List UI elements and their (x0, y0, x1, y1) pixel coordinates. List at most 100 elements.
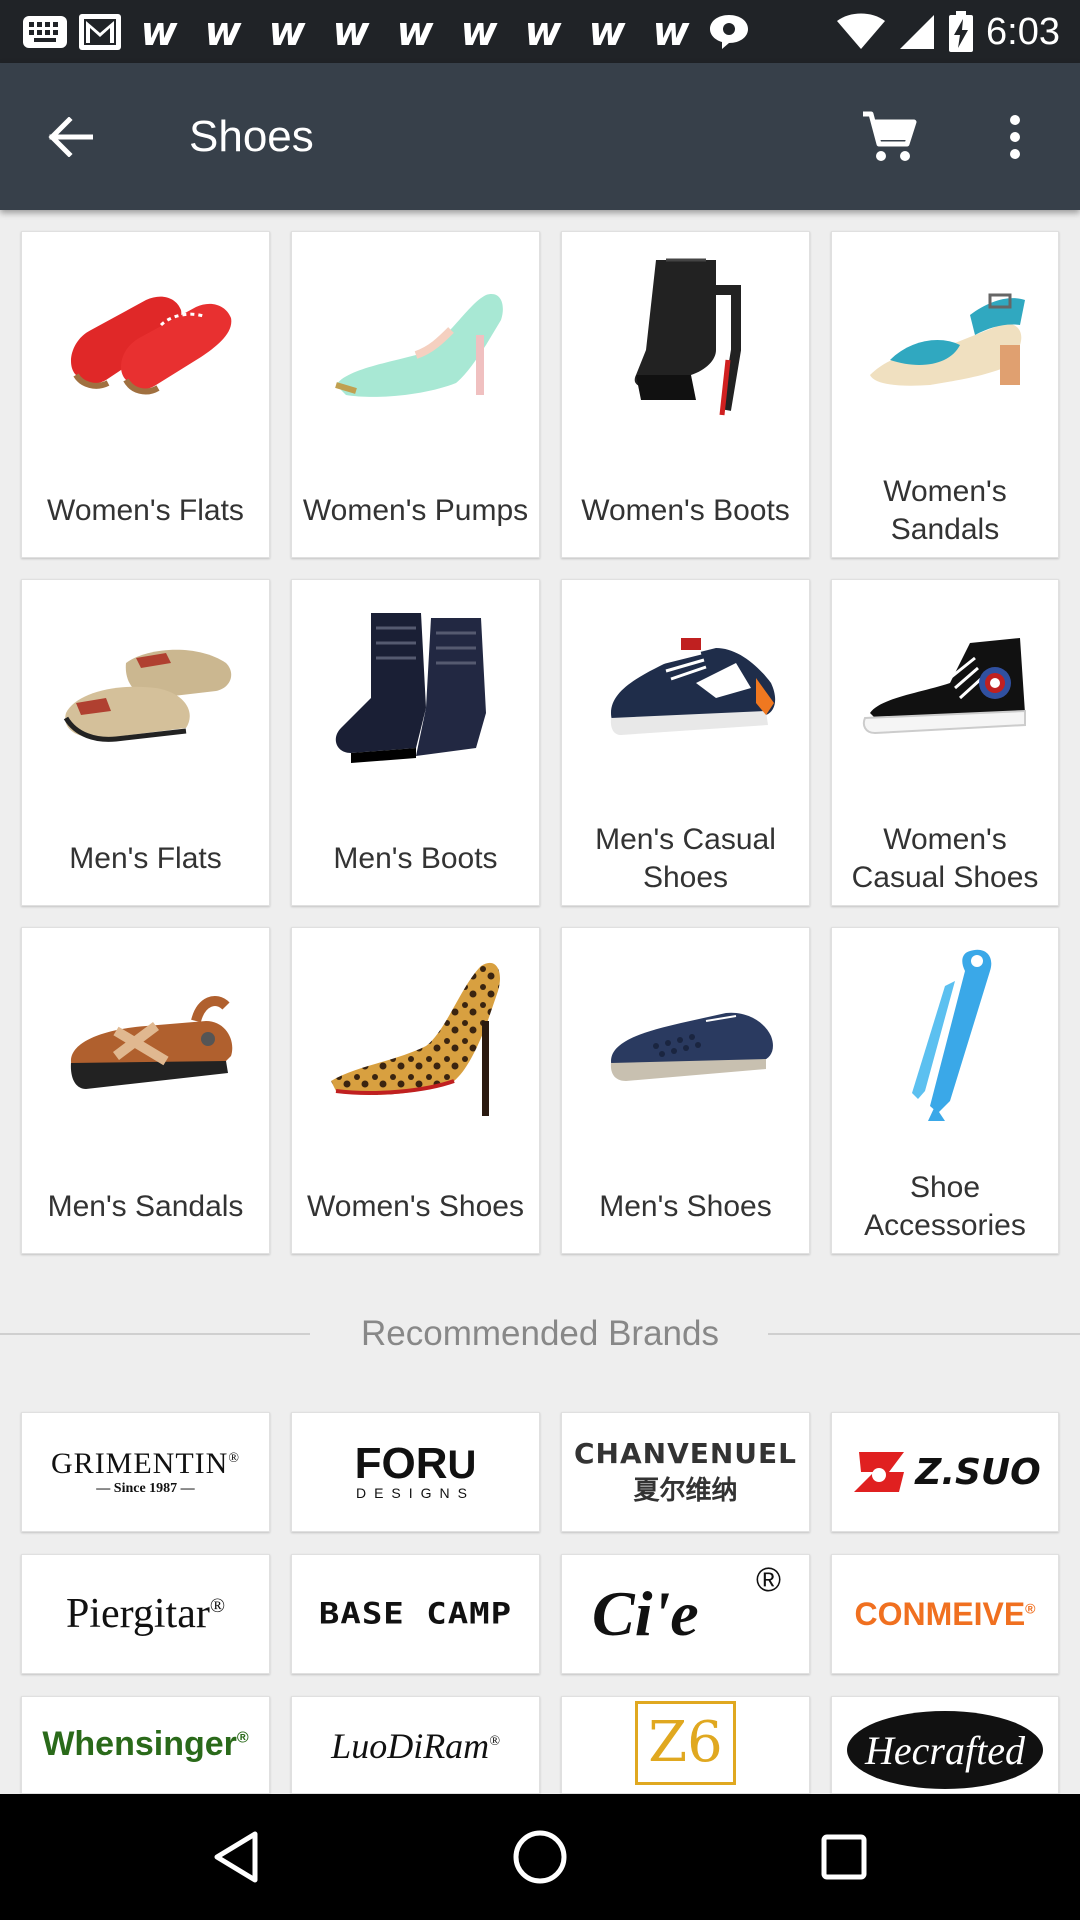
w-icon: w (588, 9, 626, 55)
category-card-womens-sandals[interactable]: Women's Sandals (831, 231, 1059, 558)
more-options-button[interactable] (990, 107, 1040, 167)
brand-name: LuoDiRam (331, 1726, 490, 1766)
registered-mark: ® (236, 1729, 249, 1747)
back-button[interactable] (40, 107, 100, 167)
teal-sandal-icon (832, 250, 1058, 430)
grimentin-logo: GRIMENTIN® — Since 1987 — (51, 1447, 240, 1497)
category-card-mens-boots[interactable]: Men's Boots (291, 579, 540, 906)
brand-name: CONMEIVE (854, 1595, 1026, 1632)
brand-name: CHANVENUEL (573, 1437, 798, 1470)
signal-icon (898, 13, 936, 51)
brand-tile-luodiram[interactable]: LuoDiRam® (291, 1696, 540, 1794)
category-card-womens-shoes[interactable]: Women's Shoes (291, 927, 540, 1254)
wifi-icon (836, 13, 886, 51)
category-label: Men's Casual Shoes (595, 823, 776, 894)
brand-tile-zsuo[interactable]: Z.SUO (831, 1412, 1059, 1532)
keyboard-icon (22, 15, 68, 49)
nav-recents-button[interactable] (804, 1817, 884, 1897)
cart-button[interactable] (856, 107, 922, 167)
category-card-womens-casual-shoes[interactable]: Women's Casual Shoes (831, 579, 1059, 906)
category-label: Women's Casual Shoes (851, 823, 1039, 894)
w-icon: w (396, 9, 434, 55)
brand-name: Piergitar (65, 1591, 210, 1637)
blue-shoehorn-icon (832, 946, 1058, 1126)
brand-name: Z.SUO (915, 1451, 1041, 1493)
tan-slipon-icon (22, 598, 269, 778)
zsuo-emblem-icon (854, 1452, 905, 1492)
brand-tile-conmeive[interactable]: CONMEIVE® (831, 1554, 1059, 1674)
whensinger-logo: Whensinger® (42, 1725, 248, 1764)
arrow-back-icon (48, 117, 93, 157)
black-boot-icon (562, 250, 809, 430)
w-icon: w (332, 9, 370, 55)
category-label: Women's Pumps (302, 494, 529, 527)
category-label: Men's Sandals (47, 1190, 244, 1223)
brand-name: GRIMENTIN (51, 1447, 229, 1480)
category-label: Men's Flats (69, 842, 222, 875)
registered-mark: ® (755, 1561, 781, 1599)
brand-name: Ci'e (592, 1578, 699, 1649)
registered-mark: ® (228, 1451, 240, 1466)
brown-sandal-icon (22, 946, 269, 1126)
w-icon: w (204, 9, 242, 55)
brand-tile-whensinger[interactable]: Whensinger® (21, 1696, 270, 1794)
system-navigation-bar (0, 1794, 1080, 1920)
navy-sneaker-icon (562, 598, 809, 778)
registered-mark: ® (489, 1734, 500, 1749)
brand-tagline: DESIGNS (355, 1484, 475, 1501)
page-title: Shoes (189, 112, 314, 161)
registered-mark: ® (1025, 1599, 1036, 1616)
brand-tile-grimentin[interactable]: GRIMENTIN® — Since 1987 — (21, 1412, 270, 1532)
black-hightop-icon (832, 598, 1058, 778)
category-label: Men's Shoes (599, 1190, 772, 1223)
nav-home-button[interactable] (500, 1817, 580, 1897)
battery-charging-icon (948, 11, 974, 53)
brand-tile-chanvenuel[interactable]: CHANVENUEL 夏尔维纳 (561, 1412, 810, 1532)
category-card-shoe-accessories[interactable]: Shoe Accessories (831, 927, 1059, 1254)
category-card-mens-flats[interactable]: Men's Flats (21, 579, 270, 906)
category-card-womens-pumps[interactable]: Women's Pumps (291, 231, 540, 558)
more-vert-icon (1010, 115, 1020, 159)
foru-logo: FORU DESIGNS (355, 1441, 477, 1501)
clock: 6:03 (986, 10, 1060, 53)
circle-home-icon (513, 1830, 567, 1884)
square-recents-icon (821, 1834, 867, 1880)
w-icon: w (268, 9, 306, 55)
blue-loafer-icon (562, 946, 809, 1126)
brand-name: Z6 (635, 1701, 736, 1785)
category-card-mens-shoes[interactable]: Men's Shoes (561, 927, 810, 1254)
nav-back-button[interactable] (196, 1817, 276, 1897)
section-title: Recommended Brands (361, 1314, 719, 1353)
brand-tile-basecamp[interactable]: BASE CAMP (291, 1554, 540, 1674)
hecrafted-logo: Hecrafted (847, 1711, 1043, 1789)
red-flats-icon (22, 250, 269, 430)
brand-tagline: — Since 1987 — (96, 1481, 195, 1496)
chat-bubble-icon (708, 13, 750, 51)
brand-mark: U (447, 1442, 477, 1487)
mint-pump-icon (292, 250, 539, 430)
app-bar: Shoes (0, 63, 1080, 210)
conmeive-logo: CONMEIVE® (854, 1596, 1035, 1633)
brand-name: Hecrafted (865, 1727, 1025, 1773)
w-icon: w (524, 9, 562, 55)
triangle-back-icon (214, 1831, 258, 1883)
brand-tile-cie[interactable]: Ci'e ® (561, 1554, 810, 1674)
category-card-mens-sandals[interactable]: Men's Sandals (21, 927, 270, 1254)
category-card-womens-boots[interactable]: Women's Boots (561, 231, 810, 558)
w-icon: w (652, 9, 690, 55)
category-card-womens-flats[interactable]: Women's Flats (21, 231, 270, 558)
recommended-brands-header: Recommended Brands (0, 1308, 1080, 1360)
brand-tile-piergitar[interactable]: Piergitar® (21, 1554, 270, 1674)
chanvenuel-logo: CHANVENUEL 夏尔维纳 (574, 1437, 797, 1507)
category-card-mens-casual-shoes[interactable]: Men's Casual Shoes (561, 579, 810, 906)
brand-name: Whensinger (42, 1725, 237, 1763)
brand-tile-hecrafted[interactable]: Hecrafted (831, 1696, 1059, 1794)
w-icon: w (140, 9, 178, 55)
brand-name: BASE CAMP (318, 1597, 513, 1631)
brand-tile-z6[interactable]: Z6 (561, 1696, 810, 1794)
cie-logo: Ci'e ® (562, 1555, 809, 1673)
brand-name: FOR (354, 1438, 448, 1488)
shopping-cart-icon (863, 111, 917, 161)
category-label: Women's Boots (581, 494, 790, 527)
brand-tile-foru[interactable]: FORU DESIGNS (291, 1412, 540, 1532)
